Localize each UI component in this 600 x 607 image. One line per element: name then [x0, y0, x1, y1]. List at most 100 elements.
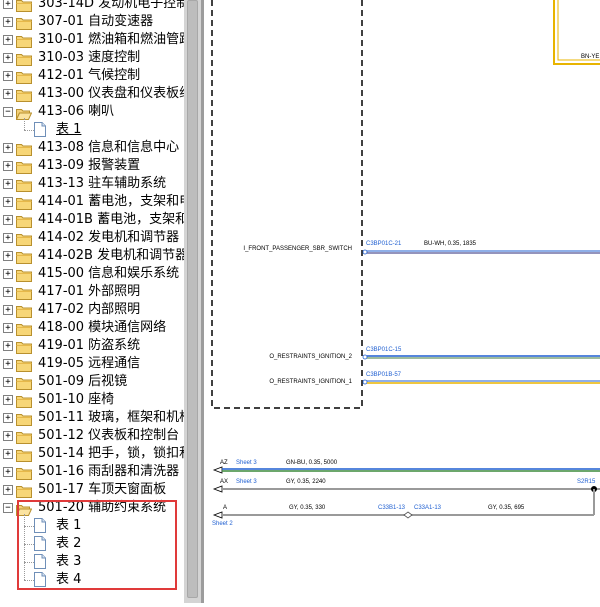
tree-item-417-01[interactable]: +417-01 外部照明 — [0, 283, 184, 301]
signal-label: O_RESTRAINTS_IGNITION_2 — [269, 354, 352, 360]
tree-item-label: 413-08 信息和信息中心 — [38, 140, 180, 155]
tree-item-418-00[interactable]: +418-00 模块通信网络 — [0, 319, 184, 337]
connector-label[interactable]: C33B1-13 — [378, 505, 406, 511]
expand-icon[interactable]: + — [3, 377, 13, 387]
tree-item-414-02b[interactable]: +414-02B 发电机和调节器 — [0, 247, 184, 265]
tree-item-501-14[interactable]: +501-14 把手，锁，锁扣和进入系统 — [0, 445, 184, 463]
module-boundary — [211, 0, 363, 409]
folder-icon — [16, 429, 32, 444]
tree-item-label: 501-11 玻璃，框架和机构 — [38, 410, 184, 425]
expand-icon[interactable]: + — [3, 287, 13, 297]
expand-icon[interactable]: + — [3, 0, 13, 9]
expand-icon[interactable]: + — [3, 305, 13, 315]
sheet-arrow[interactable] — [212, 485, 223, 493]
expand-icon[interactable]: + — [3, 35, 13, 45]
tree-item-501-10[interactable]: +501-10 座椅 — [0, 391, 184, 409]
sheet-link[interactable]: Sheet 3 — [236, 479, 257, 485]
collapse-icon[interactable]: − — [3, 107, 13, 117]
folder-icon — [16, 465, 32, 480]
tree-item-label: 412-01 气候控制 — [38, 68, 141, 83]
expand-icon[interactable]: + — [3, 17, 13, 27]
tree-item-303-14d[interactable]: +303-14D 发动机电子控制 — [0, 0, 184, 13]
tree-item-501-11[interactable]: +501-11 玻璃，框架和机构 — [0, 409, 184, 427]
expand-icon[interactable]: + — [3, 323, 13, 333]
expand-icon[interactable]: + — [3, 359, 13, 369]
tree-item-413-08[interactable]: +413-08 信息和信息中心 — [0, 139, 184, 157]
expand-icon[interactable]: + — [3, 53, 13, 63]
expand-icon[interactable]: + — [3, 251, 13, 261]
document-icon — [34, 122, 46, 137]
tree-item-label: 501-10 座椅 — [38, 392, 115, 407]
expand-icon[interactable]: + — [3, 71, 13, 81]
folder-icon — [16, 195, 32, 210]
folder-icon — [16, 393, 32, 408]
expand-icon[interactable]: + — [3, 395, 13, 405]
inline-connector — [403, 511, 413, 519]
tree-item-414-02[interactable]: +414-02 发电机和调节器 — [0, 229, 184, 247]
tree-item-501-16[interactable]: +501-16 雨刮器和清洗器 — [0, 463, 184, 481]
tree-item-501-12[interactable]: +501-12 仪表板和控制台 — [0, 427, 184, 445]
expand-icon[interactable]: + — [3, 449, 13, 459]
pin-label[interactable]: C3BP01C-21 — [366, 241, 402, 247]
expand-icon[interactable]: + — [3, 431, 13, 441]
expand-icon[interactable]: + — [3, 197, 13, 207]
tree-item-label: 414-01B 蓄电池，支架和电缆 — [38, 212, 184, 227]
splice-label[interactable]: S2R15 — [577, 479, 596, 485]
expand-icon[interactable]: + — [3, 413, 13, 423]
tree-item-414-01[interactable]: +414-01 蓄电池，支架和电缆 — [0, 193, 184, 211]
tree-item-419-05[interactable]: +419-05 远程通信 — [0, 355, 184, 373]
connector-label[interactable]: C33A1-13 — [414, 505, 442, 511]
expand-icon[interactable]: + — [3, 269, 13, 279]
sheet-arrow[interactable] — [212, 466, 223, 474]
signal-label: O_RESTRAINTS_IGNITION_1 — [269, 379, 352, 385]
folder-icon — [16, 321, 32, 336]
expand-icon[interactable]: + — [3, 467, 13, 477]
expand-icon[interactable]: + — [3, 233, 13, 243]
expand-icon[interactable]: + — [3, 143, 13, 153]
tree-item-501-09[interactable]: +501-09 后视镜 — [0, 373, 184, 391]
bus-tag: A — [223, 505, 227, 511]
tree-item-310-03[interactable]: +310-03 速度控制 — [0, 49, 184, 67]
expand-icon[interactable]: + — [3, 89, 13, 99]
bus-tag: AZ — [220, 460, 228, 466]
tree-item-419-01[interactable]: +419-01 防盗系统 — [0, 337, 184, 355]
tree-item-307-01[interactable]: +307-01 自动变速器 — [0, 13, 184, 31]
pin-label[interactable]: C3BP01C-15 — [366, 347, 402, 353]
expand-icon[interactable]: + — [3, 485, 13, 495]
expand-icon[interactable]: + — [3, 341, 13, 351]
pin-label[interactable]: C3BP01B-57 — [366, 372, 402, 378]
vertical-scrollbar[interactable] — [184, 0, 201, 603]
tree-item-label: 417-01 外部照明 — [38, 284, 141, 299]
folder-icon — [16, 285, 32, 300]
tree-item-413-00[interactable]: +413-00 仪表盘和仪表板组件 — [0, 85, 184, 103]
scrollbar-thumb[interactable] — [187, 0, 198, 598]
tree-item-label: 501-09 后视镜 — [38, 374, 128, 389]
sheet-link[interactable]: Sheet 2 — [212, 521, 233, 527]
tree-child-item[interactable]: 表 1 — [0, 121, 184, 139]
tree-item-413-06[interactable]: − 413-06 喇叭 — [0, 103, 184, 121]
expand-icon[interactable]: + — [3, 179, 13, 189]
expand-icon[interactable]: + — [3, 215, 13, 225]
tree-item-413-09[interactable]: +413-09 报警装置 — [0, 157, 184, 175]
tree-item-label: 501-16 雨刮器和清洗器 — [38, 464, 180, 479]
tree-item-415-00[interactable]: +415-00 信息和娱乐系统 — [0, 265, 184, 283]
bus-tag: AX — [220, 479, 228, 485]
sheet-link[interactable]: Sheet 3 — [236, 460, 257, 466]
tree-item-413-13[interactable]: +413-13 驻车辅助系统 — [0, 175, 184, 193]
tree-item-label: 307-01 自动变速器 — [38, 14, 154, 29]
folder-icon — [16, 483, 32, 498]
folder-icon — [16, 141, 32, 156]
tree-item-417-02[interactable]: +417-02 内部照明 — [0, 301, 184, 319]
tree-item-501-17[interactable]: +501-17 车顶天窗面板 — [0, 481, 184, 499]
tree-item-310-01[interactable]: +310-01 燃油箱和燃油管路 — [0, 31, 184, 49]
expand-icon[interactable]: + — [3, 161, 13, 171]
tree-item-412-01[interactable]: +412-01 气候控制 — [0, 67, 184, 85]
collapse-icon[interactable]: − — [3, 503, 13, 513]
tree-item-label: 413-06 喇叭 — [38, 104, 115, 119]
top-right-label: BN-YE — [581, 54, 599, 60]
folder-icon — [16, 267, 32, 282]
tree-item-414-01b[interactable]: +414-01B 蓄电池，支架和电缆 — [0, 211, 184, 229]
wire-label: GN-BU, 0.35, 5000 — [286, 460, 338, 466]
folder-icon — [16, 447, 32, 462]
sheet-arrow[interactable] — [212, 511, 223, 519]
